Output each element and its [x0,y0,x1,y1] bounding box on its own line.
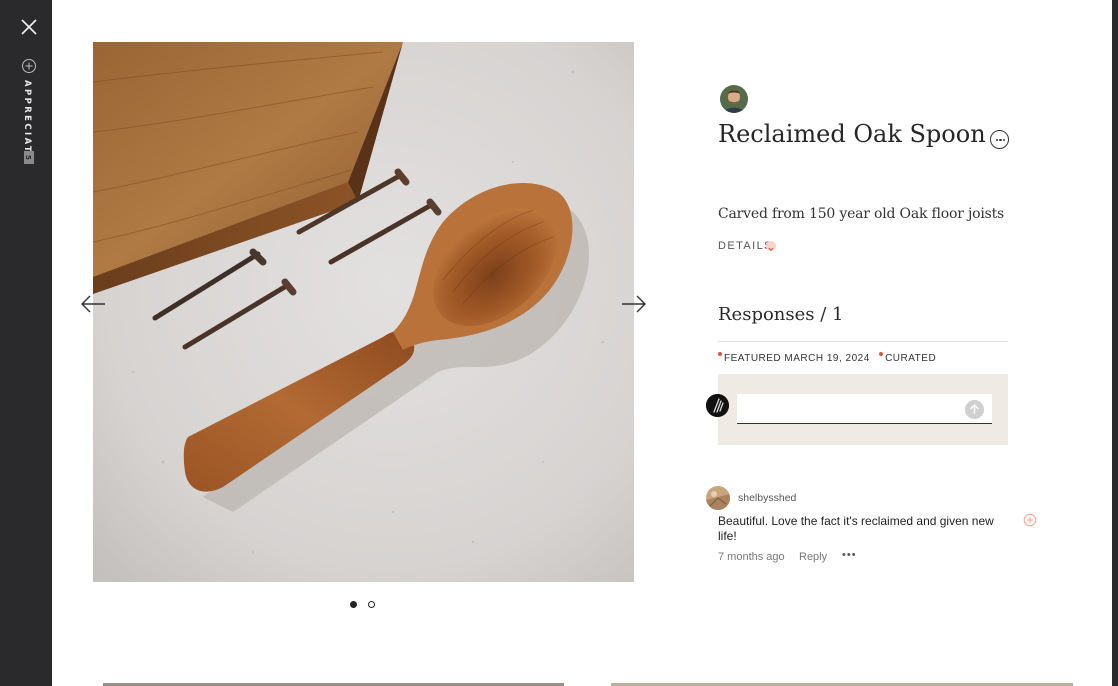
commenter-username[interactable]: shelbysshed [738,492,796,504]
comment-more-button[interactable]: ••• [842,549,857,561]
project-more-button[interactable] [990,130,1009,149]
next-image-button[interactable] [620,294,648,314]
comment-input[interactable] [737,394,992,424]
project-description: Carved from 150 year old Oak floor joist… [718,206,1005,222]
responses-heading: Responses / 1 [718,304,844,325]
comment-timestamp: 7 months ago [718,551,785,563]
dot-icon [999,138,1002,141]
left-sidebar: APPRECIATE 5 [0,0,52,686]
plus-circle-icon [1023,513,1037,527]
commenter-avatar[interactable] [706,486,730,510]
dot-icon [1002,138,1005,141]
dot-icon [995,138,998,141]
appreciate-label[interactable]: APPRECIATE [22,80,32,162]
arrow-right-icon [622,295,646,313]
reply-button[interactable]: Reply [799,551,827,563]
previous-image-button[interactable] [79,294,107,314]
comment-text: Beautiful. Love the fact it's reclaimed … [718,514,994,543]
send-comment-button[interactable] [965,400,984,419]
comment-appreciate-button[interactable] [1023,513,1037,527]
appreciate-button[interactable] [21,58,37,74]
pagination-dot-2[interactable] [368,601,375,608]
project-title: Reclaimed Oak Spoon [718,120,986,148]
featured-badge: FEATURED MARCH 19, 2024 [718,352,870,364]
project-image[interactable] [93,42,634,582]
arrow-up-icon [970,404,979,414]
close-button[interactable] [18,16,40,38]
author-avatar[interactable] [720,85,748,113]
curated-badge: CURATED [879,352,936,364]
image-pagination [350,600,380,610]
avatar-image [720,85,748,113]
divider [718,341,1008,342]
chevron-down-icon[interactable] [766,241,776,252]
details-toggle[interactable]: DETAILS [718,240,773,252]
arrow-left-icon [81,295,105,313]
feature-badges: FEATURED MARCH 19, 2024 CURATED [718,352,942,364]
spoon-photo [93,42,634,582]
appreciate-count: 5 [24,151,34,164]
current-user-avatar [706,394,729,417]
close-icon [21,19,37,35]
pagination-dot-1[interactable] [350,601,357,608]
plus-circle-icon [22,59,36,73]
right-edge-bar [1112,0,1118,686]
